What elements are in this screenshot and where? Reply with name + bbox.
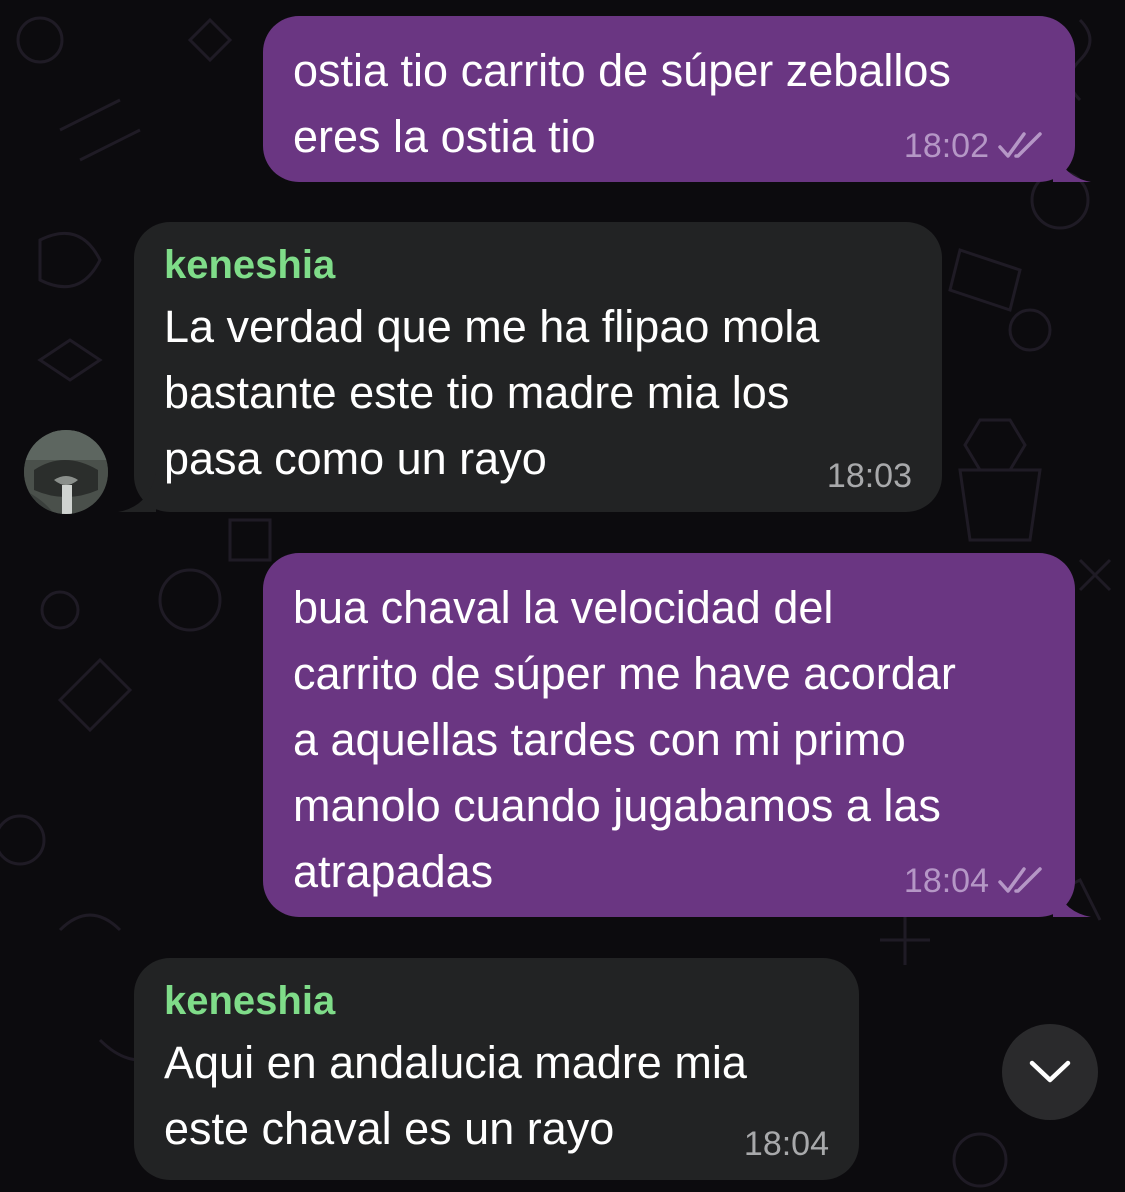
message-text: bua chaval la velocidad del carrito de s… <box>293 582 956 897</box>
avatar-image <box>24 430 108 514</box>
message-text: La verdad que me ha flipao mola bastante… <box>164 301 820 484</box>
message-bubble-outgoing[interactable]: ostia tio carrito de súper zeballos eres… <box>263 16 1091 182</box>
message-time: 18:04 <box>743 1125 829 1163</box>
message-meta: 18:03 <box>827 456 912 496</box>
bubble-tail <box>1053 142 1091 182</box>
sender-name[interactable]: keneshia <box>164 240 912 290</box>
bubble-tail <box>118 472 156 512</box>
double-check-icon <box>998 132 1042 158</box>
message-time: 18:02 <box>903 127 989 165</box>
scroll-to-bottom-button[interactable] <box>1002 1024 1098 1120</box>
chat-view[interactable]: ostia tio carrito de súper zeballos eres… <box>0 0 1125 1192</box>
bubble-tail <box>1053 877 1091 917</box>
message-text: Aqui en andalucia madre mia este chaval … <box>164 1037 747 1154</box>
message-bubble-incoming[interactable]: keneshia Aqui en andalucia madre mia est… <box>134 958 859 1180</box>
avatar[interactable] <box>24 430 108 514</box>
sender-name[interactable]: keneshia <box>164 976 829 1026</box>
message-time: 18:03 <box>826 457 912 495</box>
message-bubble-outgoing[interactable]: bua chaval la velocidad del carrito de s… <box>263 553 1091 917</box>
message-meta: 18:02 <box>904 126 1045 166</box>
chevron-down-icon <box>1029 1060 1071 1083</box>
message-time: 18:04 <box>903 862 989 900</box>
message-bubble-incoming[interactable]: keneshia La verdad que me ha flipao mola… <box>118 222 942 512</box>
message-meta: 18:04 <box>744 1124 829 1164</box>
message-meta: 18:04 <box>904 861 1045 901</box>
double-check-icon <box>998 867 1042 893</box>
